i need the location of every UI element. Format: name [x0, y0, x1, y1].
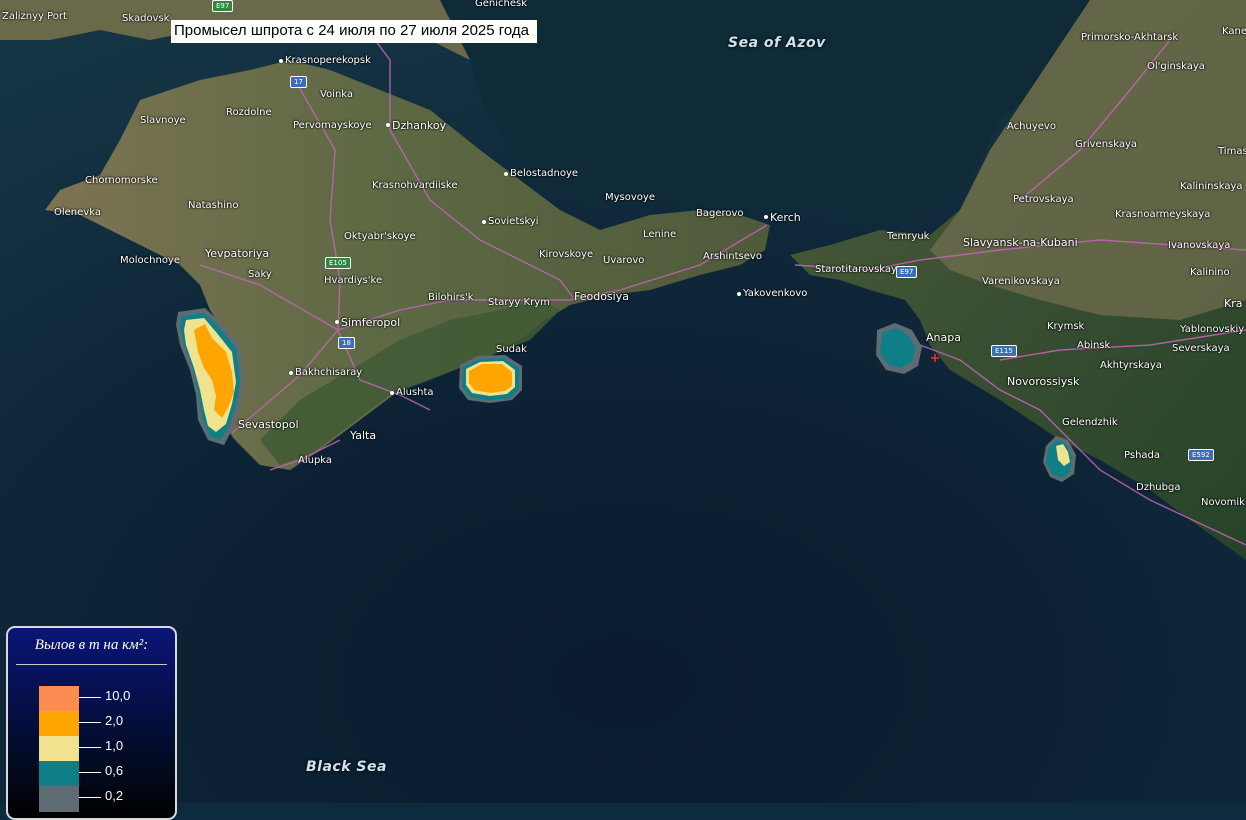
place-label-kra: Kra [1224, 297, 1243, 310]
place-label-natashino: Natashino [188, 200, 239, 211]
place-label-belostadnoye: Belostadnoye [503, 168, 579, 179]
place-label-gelendzhik: Gelendzhik [1062, 417, 1118, 428]
place-label-hvardiyske: Hvardiys'ke [324, 275, 383, 286]
place-label-oktyabrskoye: Oktyabr'skoye [344, 231, 416, 242]
legend-swatch [39, 686, 79, 712]
place-label-starotitarovskaya: Starotitarovskaya [815, 264, 904, 275]
legend-swatch [39, 736, 79, 762]
place-label-olginskaya: Ol'ginskaya [1147, 61, 1205, 72]
place-label-yakovenkovo: Yakovenkovo [736, 288, 808, 299]
place-label-voinka: Voinka [320, 89, 354, 100]
road-shield-e115: E115 [991, 345, 1017, 357]
road-shield-e97-north: E97 [212, 0, 234, 12]
place-label-timas: Timas [1218, 146, 1246, 157]
place-label-rozdolne: Rozdolne [226, 107, 272, 118]
place-label-kalininskaya: Kalininskaya [1180, 181, 1243, 192]
place-label-krasnoperekopsk: Krasnoperekopsk [279, 55, 371, 66]
place-label-zaliznyy-port: Zaliznyy Port [2, 11, 67, 22]
legend-value: 10,0 [105, 688, 131, 703]
place-label-yevpatoriya: Yevpatoriya [205, 247, 270, 260]
place-label-temryuk: Temryuk [887, 231, 930, 242]
place-label-sudak: Sudak [496, 344, 527, 355]
road-shield-e592: E592 [1188, 449, 1214, 461]
place-label-krasnoarmeyskaya: Krasnoarmeyskaya [1115, 209, 1211, 220]
place-label-uvarovo: Uvarovo [603, 255, 645, 266]
place-label-sevastopol: Sevastopol [238, 418, 299, 431]
place-label-yablonovskiy: Yablonovskiy [1180, 324, 1245, 335]
place-label-ivanovskaya: Ivanovskaya [1168, 240, 1231, 251]
road-shield-18: 18 [338, 337, 355, 349]
place-label-lenine: Lenine [643, 229, 677, 240]
legend-tick [79, 772, 101, 773]
sea-label-black-sea: Black Sea [306, 759, 387, 775]
place-label-novomikh: Novomikh [1201, 497, 1246, 508]
place-label-slavnoye: Slavnoye [140, 115, 186, 126]
road-shield-e105: E105 [325, 257, 351, 269]
legend-swatch [39, 711, 79, 737]
place-label-pshada: Pshada [1124, 450, 1161, 461]
place-label-bagerovo: Bagerovo [696, 208, 744, 219]
legend-value: 2,0 [105, 713, 124, 728]
place-label-bilohirsk: Bilohirs'k [428, 292, 474, 303]
place-label-feodosiya: Feodosiya [574, 290, 629, 303]
place-label-grivenskaya: Grivenskaya [1075, 139, 1138, 150]
legend-title: Вылов в т на км²: [34, 637, 149, 653]
place-label-genichesk: Genichesk [475, 0, 528, 9]
map-title: Промысел шпрота с 24 июля по 27 июля 202… [171, 20, 538, 43]
place-label-bakhchisaray: Bakhchisaray [288, 367, 363, 378]
place-label-petrovskaya: Petrovskaya [1013, 194, 1074, 205]
place-label-varenikovskaya: Varenikovskaya [982, 276, 1060, 287]
legend-tick [79, 797, 101, 798]
place-label-abinsk: Abinsk [1077, 340, 1111, 351]
place-label-severskaya: Severskaya [1172, 343, 1230, 354]
place-label-mysovoye: Mysovoye [605, 192, 655, 203]
place-label-pervomayskoye: Pervomayskoye [293, 120, 372, 131]
place-label-saky: Saky [248, 269, 272, 280]
place-label-kane: Kane [1222, 26, 1246, 37]
satellite-map[interactable] [0, 0, 1246, 803]
place-label-kirovskoye: Kirovskoye [539, 249, 594, 260]
sea-label-azov: Sea of Azov [728, 35, 826, 51]
place-label-krasnohvardiiske: Krasnohvardiiske [372, 180, 458, 191]
legend-tick [79, 697, 101, 698]
place-label-akhtyrskaya: Akhtyrskaya [1100, 360, 1162, 371]
place-label-novorossiysk: Novorossiysk [1007, 375, 1080, 388]
place-label-skadovsk: Skadovsk [122, 13, 170, 24]
place-label-arshintsevo: Arshintsevo [703, 251, 762, 262]
place-label-kerch: Kerch [764, 211, 801, 224]
place-label-dzhubga: Dzhubga [1136, 482, 1181, 493]
legend-swatch [39, 761, 79, 787]
road-shield-17: 17 [290, 76, 307, 88]
legend-divider [16, 664, 167, 665]
legend-value: 0,6 [105, 763, 124, 778]
place-label-staryy-krym: Staryy Krym [488, 297, 550, 308]
catch-area-sudak-orange [469, 364, 512, 393]
place-label-sovietskyi: Sovietskyi [482, 216, 539, 227]
place-label-slavyansk: Slavyansk-na-Kubani [963, 236, 1078, 249]
place-label-molochnoye: Molochnoye [120, 255, 181, 266]
place-label-olenevka: Olenevka [54, 207, 101, 218]
place-label-achuyevo: Achuyevo [1007, 121, 1056, 132]
place-label-alushta: Alushta [390, 387, 434, 398]
place-label-kalinino: Kalinino [1190, 267, 1230, 278]
legend-value: 1,0 [105, 738, 124, 753]
place-label-krymsk: Krymsk [1047, 321, 1085, 332]
legend-value: 0,2 [105, 788, 124, 803]
legend-tick [79, 747, 101, 748]
legend-panel: Вылов в т на км²: 10,0 2,0 1,0 0,6 0,2 [6, 626, 177, 820]
legend-swatch [39, 786, 79, 812]
place-label-alupka: Alupka [298, 455, 333, 466]
road-shield-e97-taman: E97 [896, 266, 918, 278]
legend-tick [79, 722, 101, 723]
place-label-primorsko-akhtarsk: Primorsko-Akhtarsk [1081, 32, 1179, 43]
place-label-chornomorske: Chornomorske [85, 175, 158, 186]
place-label-simferopol: Simferopol [334, 316, 401, 329]
place-label-anapa: Anapa [926, 331, 961, 344]
place-label-dzhankoy: Dzhankoy [385, 119, 447, 132]
place-label-yalta: Yalta [350, 429, 377, 442]
